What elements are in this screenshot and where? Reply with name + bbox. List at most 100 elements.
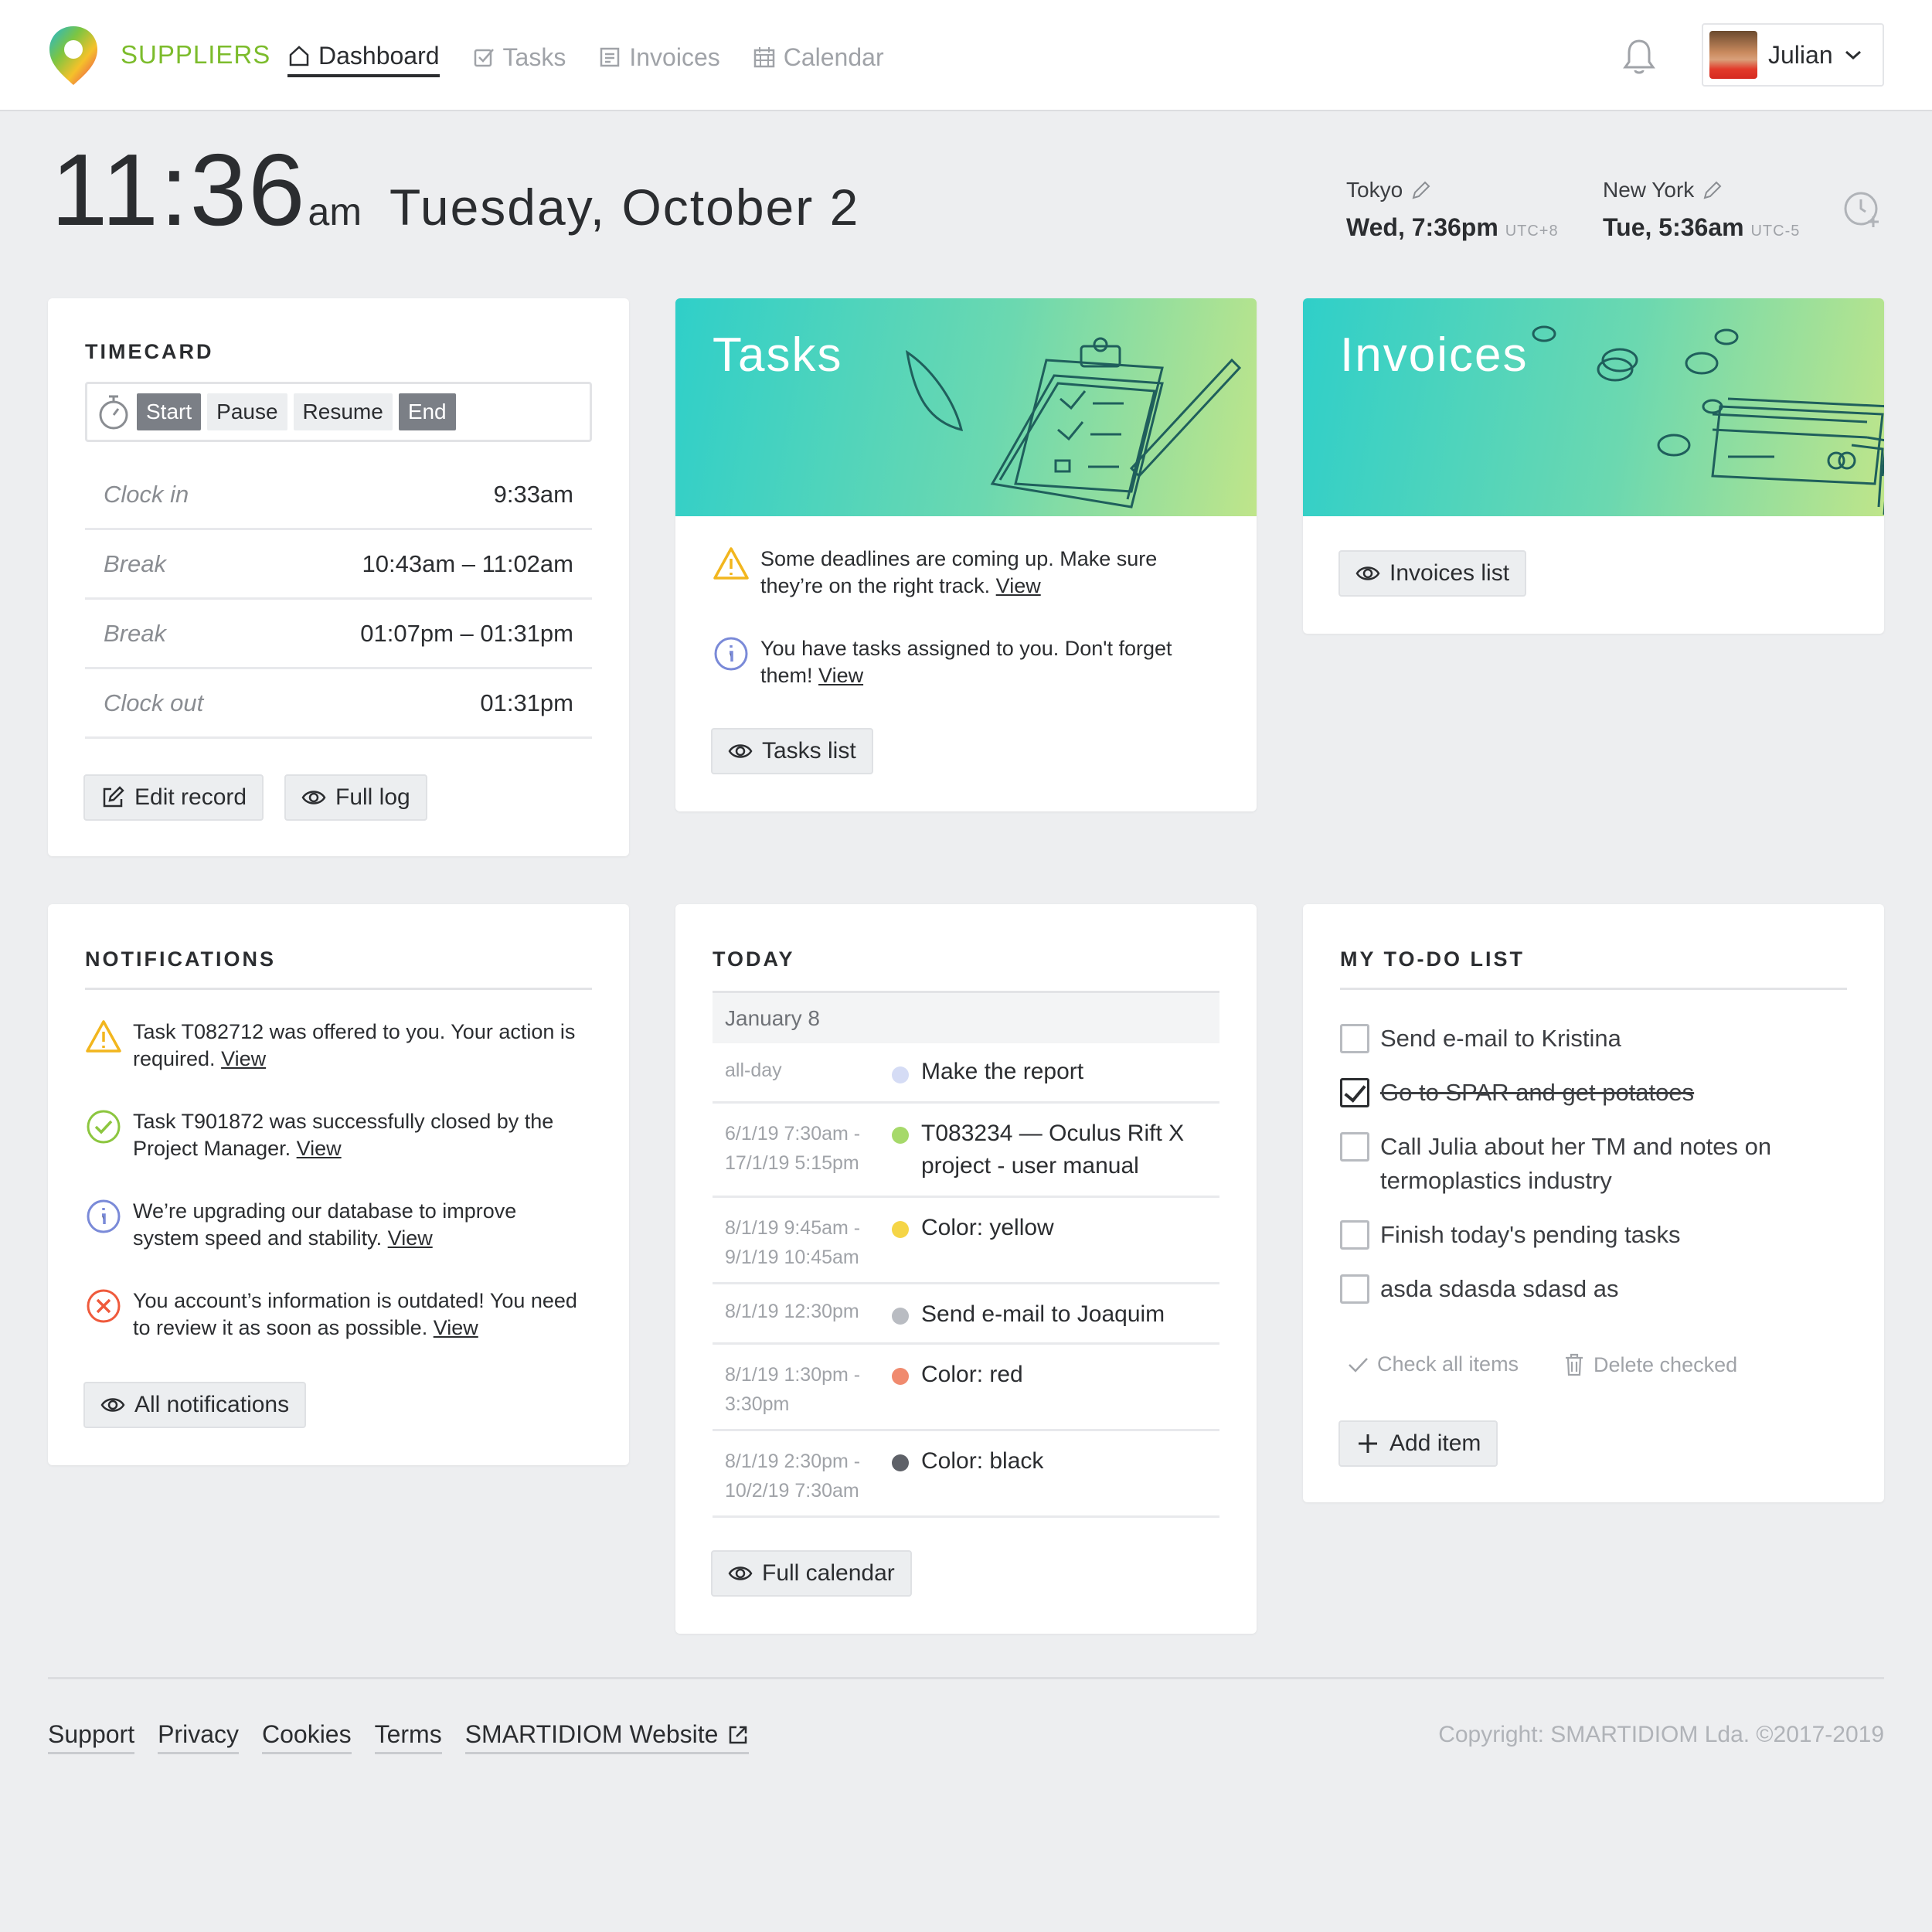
add-item-label: Add item (1389, 1430, 1481, 1456)
warning-icon (713, 547, 749, 580)
todo-item[interactable]: Call Julia about her TM and notes on ter… (1340, 1130, 1835, 1198)
clock-ampm: am (308, 190, 362, 233)
delete-checked-button[interactable]: Delete checked (1563, 1352, 1737, 1377)
todo-text: Go to SPAR and get potatoes (1380, 1079, 1695, 1106)
edit-record-button[interactable]: Edit record (83, 774, 264, 821)
event-title: Color: red (921, 1362, 1023, 1387)
todo-checkbox[interactable] (1340, 1220, 1369, 1250)
row-value: 9:33am (493, 480, 573, 508)
notification-text: Task T901872 was successfully closed by … (133, 1110, 554, 1160)
view-link[interactable]: View (221, 1047, 266, 1070)
nav-dashboard-label: Dashboard (318, 41, 440, 70)
footer-link-cookies[interactable]: Cookies (261, 1720, 352, 1754)
todo-card: MY TO-DO LIST Send e-mail to Kristina Go… (1303, 904, 1884, 1502)
view-link[interactable]: View (388, 1226, 433, 1250)
view-link[interactable]: View (434, 1316, 478, 1339)
tasks-list-label: Tasks list (762, 738, 856, 764)
nav-tasks[interactable]: Tasks (472, 37, 566, 77)
info-icon (714, 637, 748, 671)
add-item-button[interactable]: Add item (1338, 1420, 1498, 1467)
timezone-time: Wed, 7:36pm (1346, 213, 1498, 241)
user-menu[interactable]: Julian (1702, 23, 1884, 87)
full-calendar-button[interactable]: Full calendar (711, 1550, 912, 1597)
todo-checkbox[interactable] (1340, 1024, 1369, 1053)
footer-link-terms[interactable]: Terms (374, 1720, 442, 1754)
view-link[interactable]: View (297, 1137, 342, 1160)
divider (85, 988, 592, 990)
bell-icon[interactable] (1621, 37, 1657, 76)
add-clock-icon[interactable] (1842, 190, 1883, 230)
todo-item[interactable]: Finish today's pending tasks (1340, 1218, 1835, 1252)
event-row[interactable]: 8/1/19 2:30pm - 10/2/19 7:30am Color: bl… (713, 1431, 1219, 1518)
row-value: 10:43am – 11:02am (362, 549, 573, 577)
pencil-icon[interactable] (1702, 179, 1723, 201)
pause-button[interactable]: Pause (207, 393, 287, 430)
notification-item: Task T901872 was successfully closed by … (85, 1108, 580, 1162)
event-row[interactable]: 6/1/19 7:30am - 17/1/19 5:15pm T083234 —… (713, 1104, 1219, 1198)
event-title: Make the report (921, 1059, 1084, 1084)
nav-invoices-label: Invoices (629, 43, 720, 71)
main-nav: Dashboard Tasks Invoices Calendar (287, 37, 884, 77)
notifications-title: NOTIFICATIONS (85, 947, 276, 971)
end-button[interactable]: End (398, 393, 456, 430)
view-link[interactable]: View (818, 664, 863, 687)
notification-item: You account’s information is outdated! Y… (85, 1287, 580, 1342)
timecard-row: Break 01:07pm – 01:31pm (85, 600, 592, 669)
nav-calendar-label: Calendar (783, 43, 884, 71)
invoices-list-button[interactable]: Invoices list (1338, 550, 1527, 597)
row-label: Clock out (104, 689, 204, 716)
clipboard-illustration-icon (905, 337, 1242, 509)
tasks-card: Tasks Some deadlines are coming up. Make… (675, 298, 1257, 811)
event-row[interactable]: all-day Make the report (713, 1043, 1219, 1104)
view-link[interactable]: View (996, 574, 1041, 597)
todo-item[interactable]: Send e-mail to Kristina (1340, 1022, 1835, 1056)
todo-text: Finish today's pending tasks (1380, 1221, 1681, 1248)
tasks-banner: Tasks (675, 298, 1257, 516)
todo-checkbox[interactable] (1340, 1274, 1369, 1304)
notification-item: Task T082712 was offered to you. Your ac… (85, 1019, 580, 1073)
timecard-title: TIMECARD (85, 340, 214, 363)
timecard-row: Clock out 01:31pm (85, 669, 592, 739)
start-button[interactable]: Start (137, 393, 202, 430)
logo-icon[interactable] (46, 25, 100, 87)
nav-calendar[interactable]: Calendar (753, 37, 884, 77)
todo-item[interactable]: asda sdasda sdasd as (1340, 1272, 1835, 1306)
all-notifications-button[interactable]: All notifications (83, 1382, 307, 1428)
todo-checkbox[interactable] (1340, 1132, 1369, 1162)
notification-item: We’re upgrading our database to improve … (85, 1198, 580, 1252)
footer-link-support[interactable]: Support (48, 1720, 135, 1754)
check-all-label: Check all items (1377, 1352, 1519, 1376)
invoices-title: Invoices (1340, 328, 1529, 382)
pencil-icon[interactable] (1410, 179, 1432, 201)
todo-title: MY TO-DO LIST (1340, 947, 1526, 971)
timecard-card: TIMECARD Start Pause Resume End Clock in… (48, 298, 629, 856)
event-time: 8/1/19 1:30pm - 3:30pm (725, 1364, 861, 1415)
today-date-header: January 8 (713, 991, 1219, 1043)
local-clock: 11:36 am Tuesday, October 2 (51, 131, 859, 248)
resume-button[interactable]: Resume (293, 393, 393, 430)
tasks-list-button[interactable]: Tasks list (711, 728, 873, 774)
event-row[interactable]: 8/1/19 9:45am - 9/1/19 10:45am Color: ye… (713, 1198, 1219, 1284)
clock-date: Tuesday, October 2 (389, 179, 860, 236)
timecard-row: Break 10:43am – 11:02am (85, 530, 592, 600)
event-color-dot (892, 1127, 909, 1144)
timezone-time: Tue, 5:36am (1603, 213, 1744, 241)
full-log-button[interactable]: Full log (284, 774, 427, 821)
invoices-list-label: Invoices list (1389, 560, 1510, 586)
footer-link-privacy[interactable]: Privacy (158, 1720, 239, 1754)
event-row[interactable]: 8/1/19 12:30pm Send e-mail to Joaquim (713, 1284, 1219, 1345)
todo-item[interactable]: Go to SPAR and get potatoes (1340, 1076, 1835, 1110)
nav-dashboard[interactable]: Dashboard (287, 37, 440, 77)
all-notifications-label: All notifications (134, 1392, 290, 1417)
check-all-button[interactable]: Check all items (1346, 1352, 1519, 1376)
eye-icon (301, 791, 326, 804)
check-icon (1349, 1357, 1368, 1372)
event-color-dot (892, 1368, 909, 1385)
notification-text: We’re upgrading our database to improve … (133, 1199, 517, 1250)
eye-icon (728, 744, 753, 758)
nav-invoices[interactable]: Invoices (598, 37, 720, 77)
todo-checkbox[interactable] (1340, 1078, 1369, 1107)
footer-link-website[interactable]: SMARTIDIOM Website (464, 1720, 750, 1754)
event-row[interactable]: 8/1/19 1:30pm - 3:30pm Color: red (713, 1345, 1219, 1431)
clock-time: 11:36 (51, 133, 307, 247)
